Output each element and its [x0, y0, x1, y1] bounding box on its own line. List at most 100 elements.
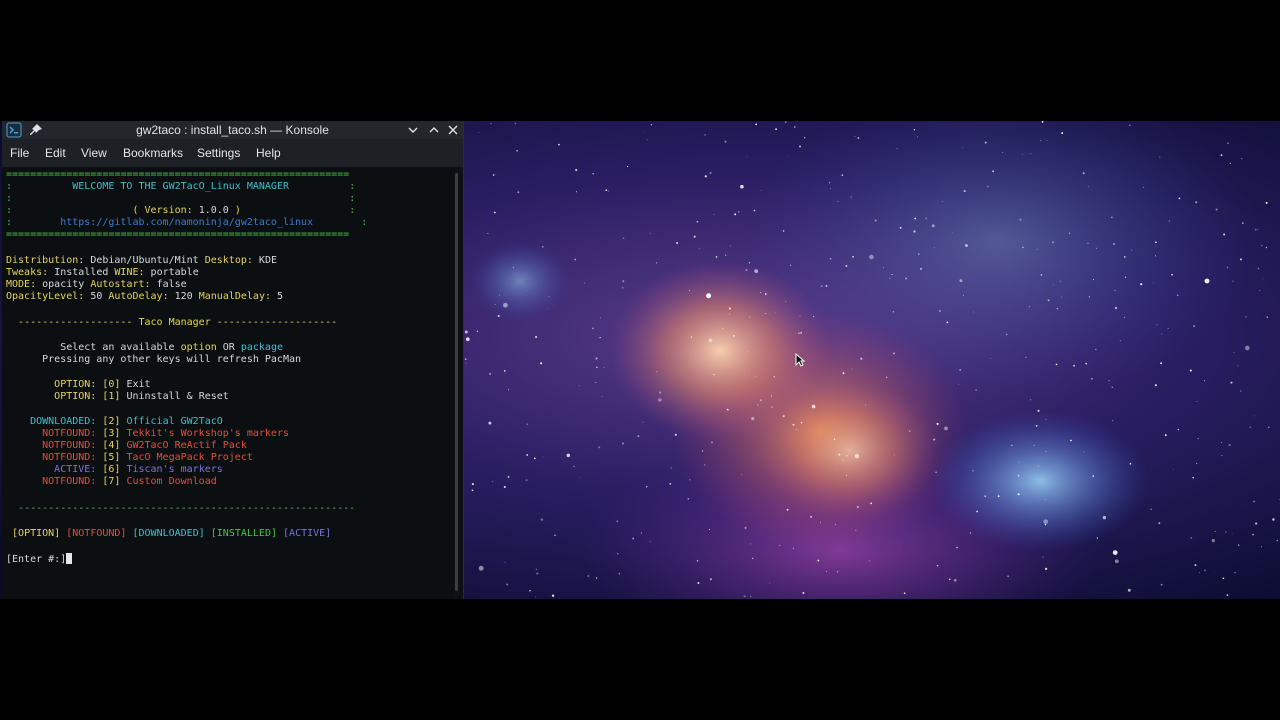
star	[1204, 278, 1210, 284]
star	[764, 312, 766, 315]
star	[1245, 316, 1247, 318]
star	[656, 371, 658, 373]
menu-file[interactable]: File	[10, 146, 29, 160]
star	[642, 421, 644, 423]
star	[740, 184, 744, 189]
star	[1082, 172, 1085, 175]
star	[704, 175, 707, 178]
star	[1033, 444, 1035, 446]
star	[526, 454, 529, 456]
option-label: Exit	[126, 379, 151, 390]
star	[886, 376, 888, 378]
star	[1018, 461, 1019, 463]
star	[713, 213, 715, 215]
star	[1253, 415, 1255, 417]
prompt-line-1: Select an available option OR package	[6, 342, 283, 354]
star	[512, 266, 514, 269]
menu-bookmarks[interactable]: Bookmarks	[123, 146, 183, 160]
star	[851, 368, 853, 370]
window-titlebar[interactable]: gw2taco : install_taco.sh — Konsole	[2, 121, 463, 139]
close-icon[interactable]	[445, 122, 461, 138]
star	[596, 366, 598, 369]
menu-view[interactable]: View	[81, 146, 107, 160]
star	[1112, 242, 1116, 246]
star	[547, 308, 548, 309]
star	[696, 220, 699, 223]
star	[465, 358, 467, 360]
star	[760, 190, 762, 191]
star	[464, 330, 468, 334]
konsole-window[interactable]: gw2taco : install_taco.sh — Konsole File…	[2, 121, 464, 599]
star	[963, 190, 966, 193]
star	[757, 404, 759, 406]
star	[1177, 294, 1179, 296]
repo-url[interactable]: https://gitlab.com/namoninja/gw2taco_lin…	[60, 217, 313, 228]
option-row[interactable]: OPTION: [1] Uninstall & Reset	[6, 391, 229, 403]
star	[1255, 522, 1258, 525]
maximize-icon[interactable]	[426, 122, 442, 138]
package-row[interactable]: NOTFOUND: [5] TacO MegaPack Project	[6, 452, 253, 464]
package-row[interactable]: ACTIVE: [6] Tiscan's markers	[6, 464, 223, 476]
menu-settings[interactable]: Settings	[197, 146, 240, 160]
star	[835, 523, 837, 525]
star	[744, 526, 747, 529]
manualdelay-label: ManualDelay:	[198, 291, 271, 302]
menu-edit[interactable]: Edit	[45, 146, 66, 160]
star	[969, 532, 972, 534]
star	[802, 592, 805, 594]
star	[941, 200, 943, 202]
star	[938, 309, 941, 313]
star	[558, 143, 560, 146]
star	[1239, 258, 1242, 261]
star	[755, 123, 758, 126]
mode-value: opacity	[42, 279, 85, 290]
star	[1102, 515, 1107, 520]
star	[1227, 142, 1229, 145]
star	[621, 442, 625, 445]
terminal-area[interactable]: ========================================…	[2, 167, 454, 599]
star	[1238, 544, 1240, 546]
star	[1178, 197, 1181, 200]
menu-help[interactable]: Help	[256, 146, 281, 160]
star	[503, 485, 506, 489]
star	[800, 421, 803, 424]
star	[595, 381, 597, 384]
star	[526, 423, 528, 425]
input-line[interactable]: [Enter #:]	[6, 553, 73, 566]
star	[721, 327, 724, 330]
star	[1096, 537, 1098, 539]
star	[1005, 333, 1008, 336]
star	[724, 140, 727, 143]
star	[690, 336, 693, 338]
star	[828, 182, 831, 184]
star	[622, 237, 625, 239]
package-row[interactable]: DOWNLOADED: [2] Official GW2TacO	[6, 416, 223, 428]
package-row[interactable]: NOTFOUND: [4] GW2TacO ReActif Pack	[6, 440, 247, 452]
star	[601, 395, 603, 397]
package-row[interactable]: NOTFOUND: [7] Custom Download	[6, 476, 217, 488]
star	[899, 226, 902, 229]
package-status: NOTFOUND:	[42, 440, 97, 451]
star	[494, 303, 496, 306]
star	[850, 196, 852, 198]
star	[709, 578, 712, 581]
star	[935, 471, 937, 474]
star	[535, 335, 538, 339]
star	[1059, 280, 1061, 282]
section-rule-right: --------------------	[216, 317, 338, 328]
star	[1225, 531, 1227, 533]
package-row[interactable]: NOTFOUND: [3] Tekkit's Workshop's marker…	[6, 428, 289, 440]
star	[1091, 377, 1093, 380]
star	[760, 292, 762, 293]
option-number: [1]	[102, 391, 121, 402]
option-row[interactable]: OPTION: [0] Exit	[6, 379, 151, 391]
star	[1241, 158, 1243, 160]
star	[889, 277, 891, 279]
star	[1142, 186, 1144, 188]
package-status: NOTFOUND:	[42, 452, 97, 463]
minimize-icon[interactable]	[405, 122, 421, 138]
star	[1070, 439, 1072, 442]
star	[975, 389, 978, 391]
star	[796, 428, 798, 430]
terminal-scrollbar[interactable]	[455, 173, 458, 591]
